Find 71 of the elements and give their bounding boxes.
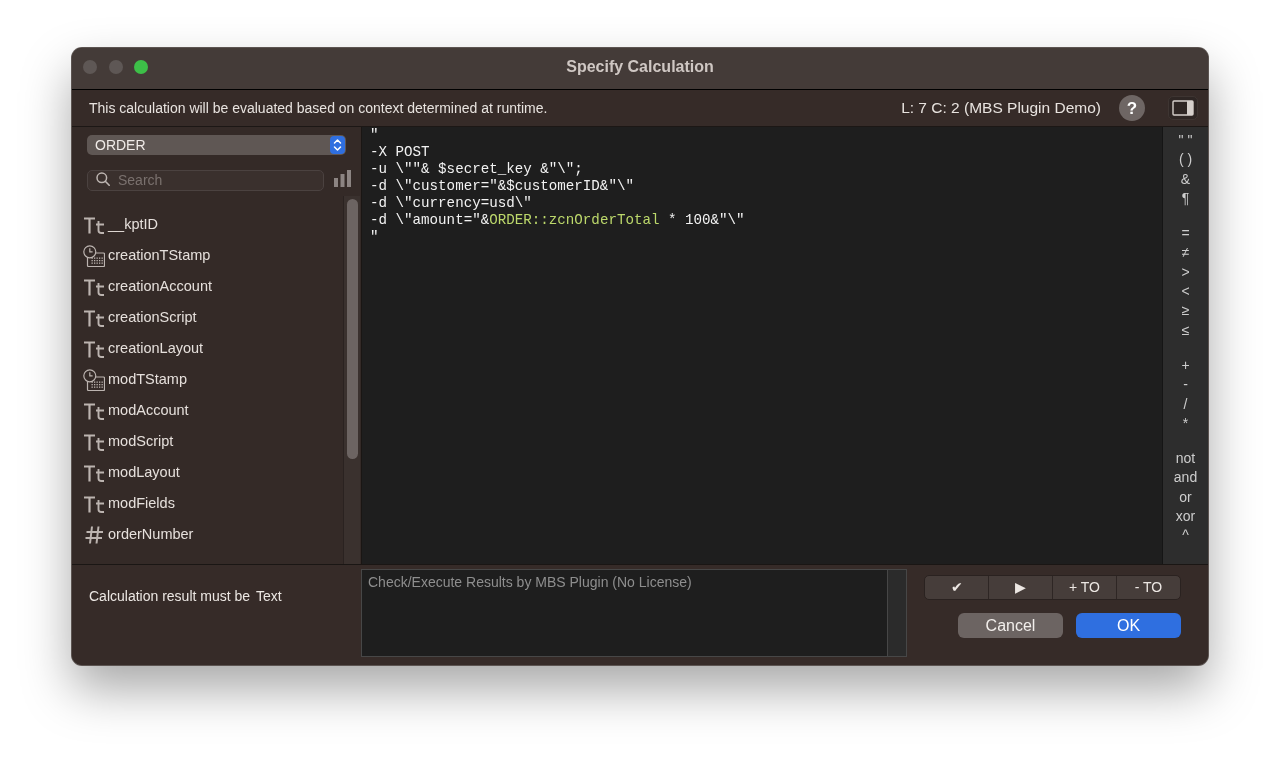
zoom-button[interactable] (134, 60, 148, 74)
field-list-item[interactable]: modTStamp (83, 364, 187, 395)
tt-letters-icon (83, 401, 105, 420)
operator-button[interactable]: < (1179, 282, 1192, 302)
operator-button[interactable]: / (1181, 394, 1190, 414)
hash-icon (83, 524, 105, 545)
operator-button[interactable]: ≤ (1179, 320, 1192, 340)
tt-letters-icon (83, 215, 105, 234)
operator-button[interactable]: xor (1173, 507, 1198, 527)
field-list-item[interactable]: creationLayout (83, 333, 204, 364)
field-list-item[interactable]: orderNumber (83, 519, 194, 550)
code-line: -d \"customer="&$customerID&"\" (370, 178, 634, 195)
field-list-item[interactable]: creationTStamp (83, 240, 211, 271)
code-line: -d \"amount="&ORDER::zcnOrderTotal * 100&"\" (370, 212, 745, 229)
window-title: Specify Calculation (566, 57, 714, 77)
tt-letters-icon (83, 339, 105, 358)
operator-button[interactable]: - (1181, 375, 1190, 395)
operator-button[interactable]: ( ) (1176, 150, 1195, 170)
operator-button[interactable]: not (1173, 449, 1198, 469)
search-field[interactable]: Search (87, 170, 324, 191)
dialog-button[interactable]: Cancel (958, 613, 1063, 638)
segment-button[interactable]: - TO (1116, 576, 1180, 599)
code-line: " (370, 229, 379, 246)
default-button[interactable]: OK (1076, 613, 1181, 638)
tt-letters-icon (83, 432, 105, 451)
operator-button[interactable]: > (1179, 262, 1192, 283)
operator-button[interactable]: " " (1176, 131, 1195, 151)
code-line: -u \""& $secret_key &"\"; (370, 161, 583, 178)
operator-button[interactable]: ¶ (1179, 188, 1192, 209)
segment-button[interactable]: + TO (1052, 576, 1116, 599)
segment-button[interactable]: ✔ (925, 576, 988, 599)
field-list-item[interactable]: modAccount (83, 395, 189, 426)
up-down-chevron-icon (330, 136, 345, 154)
operator-button[interactable]: = (1179, 224, 1192, 244)
code-line: " (370, 127, 379, 144)
result-type-dropdown[interactable]: Text (256, 586, 282, 607)
operator-button[interactable]: + (1179, 355, 1192, 376)
operator-button[interactable]: * (1180, 413, 1191, 434)
context-message: This calculation will be evaluated based on context determined at runtime. (89, 98, 548, 118)
segment-button[interactable]: ▶ (988, 576, 1052, 599)
field-list-item[interactable]: modScript (83, 426, 174, 457)
operator-button[interactable]: and (1171, 468, 1200, 488)
sidebar-icon (1172, 100, 1194, 116)
operator-button[interactable]: ≥ (1179, 301, 1192, 321)
results-area[interactable]: Check/Execute Results by MBS Plugin (No License) (361, 569, 888, 657)
field-list-item[interactable]: creationAccount (83, 271, 212, 302)
bar-chart-icon[interactable] (334, 170, 351, 187)
tt-letters-icon (83, 494, 105, 513)
tt-letters-icon (83, 277, 105, 296)
table-dropdown[interactable]: ORDER (87, 135, 346, 155)
field-list-item[interactable]: modLayout (83, 457, 180, 488)
field-list-item[interactable]: creationScript (83, 302, 197, 333)
scrollbar-thumb[interactable] (346, 199, 358, 459)
operator-button[interactable]: or (1177, 487, 1194, 508)
sidebar-toggle-button[interactable] (1168, 96, 1198, 120)
operator-button[interactable]: ≠ (1179, 243, 1192, 263)
tt-letters-icon (83, 463, 105, 482)
tt-letters-icon (83, 308, 105, 327)
clock-calendar-icon (83, 368, 105, 391)
help-button[interactable]: ? (1119, 95, 1145, 121)
code-line: -X POST (370, 144, 430, 161)
result-label: Calculation result must be (89, 587, 251, 606)
code-line: -d \"currency=usd\" (370, 195, 532, 212)
field-list-item[interactable]: __kptID (83, 209, 158, 240)
code-editor[interactable]: " -X POST -u \""& $secret_key &"\"; -d \"customer="&$customerID&"\" -d \"currency=usd\" -d \"amount="&ORDER::zcnOrderTotal * 100&"\" " (362, 127, 1162, 564)
field-list-item[interactable]: modFields (83, 488, 175, 519)
cursor-position: L: 7 C: 2 (MBS Plugin Demo) (901, 98, 1101, 119)
clock-calendar-icon (83, 244, 105, 267)
operator-button[interactable]: & (1178, 169, 1193, 189)
operator-button[interactable]: ^ (1180, 526, 1191, 546)
search-icon (96, 172, 110, 186)
